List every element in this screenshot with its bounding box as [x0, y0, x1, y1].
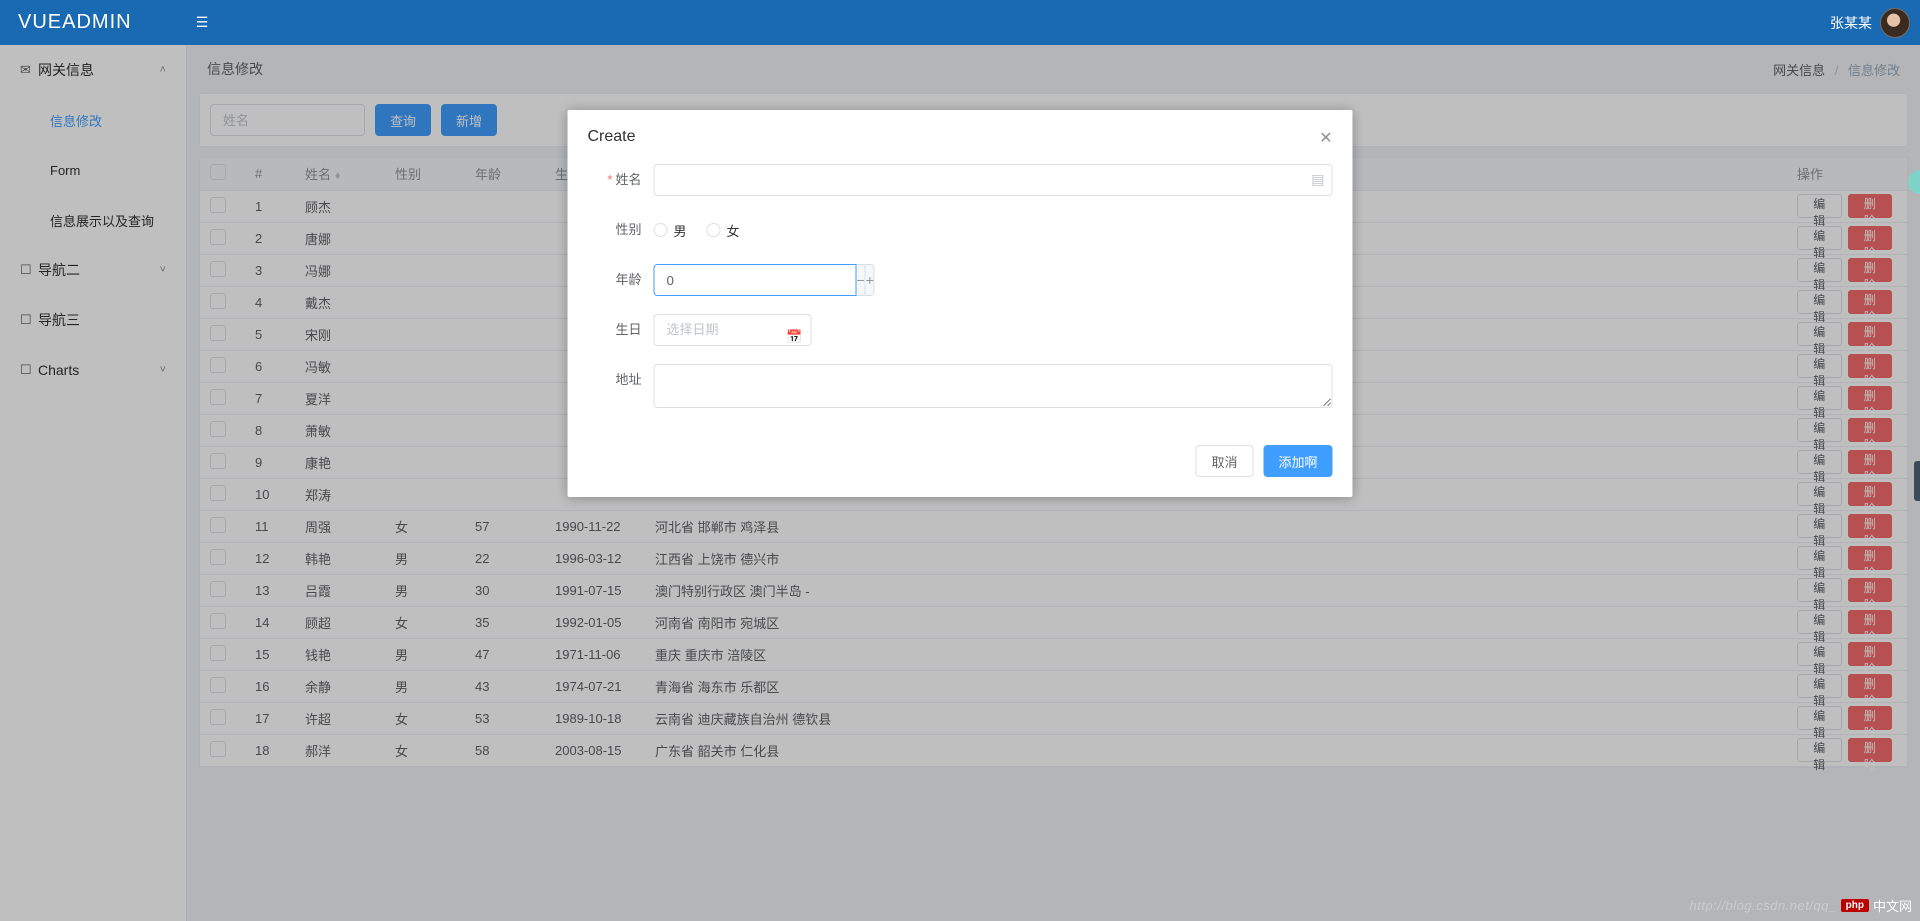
plus-icon: +: [866, 272, 874, 288]
input-suffix-icon: ▤: [1311, 171, 1324, 188]
age-stepper: − +: [654, 264, 804, 296]
logo: VUEADMIN: [0, 11, 187, 34]
label-addr: 地址: [588, 364, 654, 396]
user-menu[interactable]: 张某某: [1830, 8, 1920, 38]
top-header: VUEADMIN ☰ 张某某: [0, 0, 1920, 45]
side-handle[interactable]: [1914, 461, 1920, 501]
addr-field[interactable]: [654, 364, 1333, 408]
label-sex: 性别: [588, 214, 654, 246]
avatar: [1880, 8, 1910, 38]
age-increment-button[interactable]: +: [866, 264, 875, 296]
minus-icon: −: [857, 272, 865, 288]
birth-date-picker[interactable]: 选择日期 📅: [654, 314, 812, 346]
label-name: 姓名: [588, 164, 654, 196]
age-decrement-button[interactable]: −: [857, 264, 866, 296]
close-icon: ✕: [1319, 130, 1332, 147]
create-dialog: Create ✕ 姓名 ▤ 性别 男 女 年龄 − +: [568, 110, 1353, 497]
dialog-close-button[interactable]: ✕: [1319, 128, 1332, 148]
user-name: 张某某: [1830, 13, 1872, 33]
sidebar-collapse-button[interactable]: ☰: [187, 14, 217, 31]
name-field[interactable]: [654, 164, 1333, 196]
calendar-icon: 📅: [786, 322, 802, 352]
dialog-title: Create: [588, 128, 636, 148]
radio-icon: [707, 223, 721, 237]
radio-icon: [654, 223, 668, 237]
cancel-button[interactable]: 取消: [1195, 445, 1253, 477]
submit-button[interactable]: 添加啊: [1263, 445, 1332, 477]
age-field[interactable]: [654, 264, 857, 296]
radio-female[interactable]: 女: [707, 221, 740, 240]
radio-male[interactable]: 男: [654, 221, 687, 240]
label-age: 年龄: [588, 264, 654, 296]
menu-icon: ☰: [196, 14, 209, 30]
watermark: http://blog.csdn.net/qq_ php 中文网: [1690, 896, 1913, 915]
label-birth: 生日: [588, 314, 654, 346]
